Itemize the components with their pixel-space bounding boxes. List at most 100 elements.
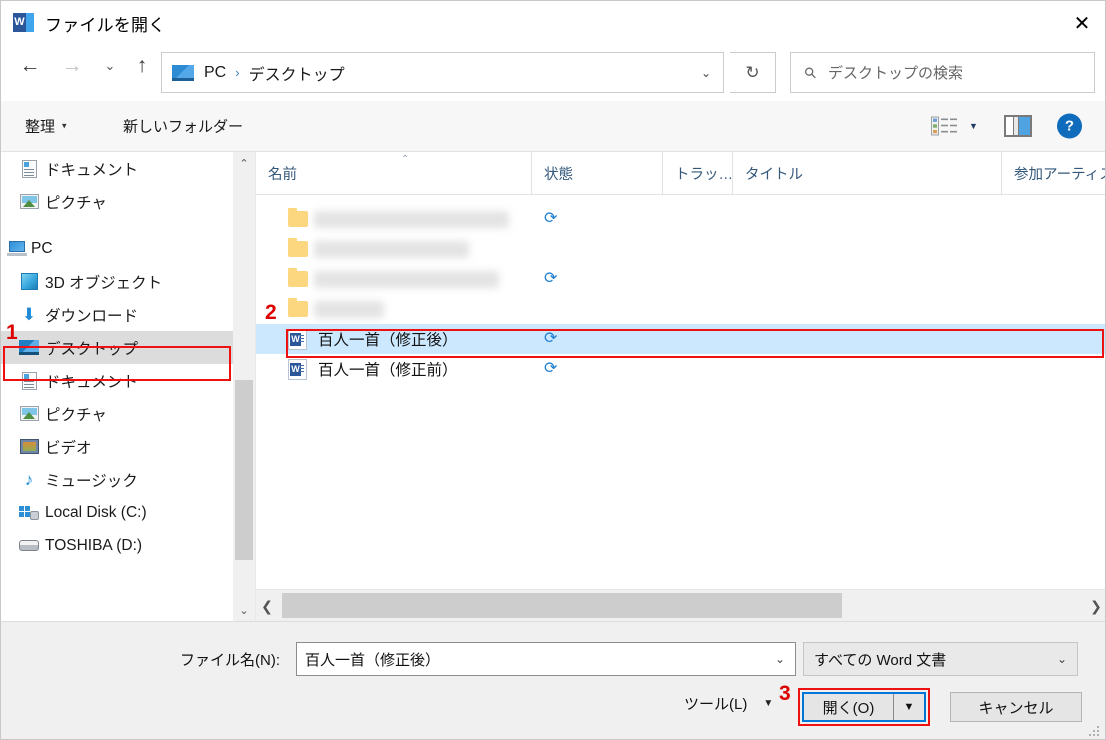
organize-button[interactable]: 整理 ▾ (25, 116, 67, 137)
open-button-wrapper: 開く(O) ▼ (798, 688, 930, 726)
sidebar-item-videos[interactable]: ビデオ (1, 430, 233, 463)
scroll-up-icon[interactable]: ⌃ (233, 152, 255, 174)
up-button[interactable]: ↑ (125, 49, 159, 83)
pc-icon (7, 240, 27, 258)
sidebar-item-label: ミュージック (45, 472, 138, 490)
open-button-label: 開く(O) (822, 699, 875, 717)
sidebar-item-pictures-quick[interactable]: ピクチャ (1, 185, 233, 218)
file-name-input[interactable]: 百人一首（修正後） ⌄ (296, 642, 796, 676)
folder-icon (288, 208, 310, 230)
redacted-folder-name (314, 271, 499, 288)
music-icon: ♪ (24, 470, 34, 489)
refresh-button[interactable]: ↻ (730, 52, 776, 93)
scrollbar-thumb[interactable] (235, 380, 253, 560)
annotation-number-3: 3 (779, 682, 791, 705)
annotation-number-2: 2 (265, 301, 277, 324)
column-header-title[interactable]: タイトル (732, 152, 1001, 194)
search-box[interactable]: ⚲ デスクトップの検索 (790, 52, 1095, 93)
word-document-icon: W (288, 358, 310, 380)
column-label: トラッ… (675, 166, 732, 183)
scroll-down-icon[interactable]: ⌄ (233, 599, 255, 621)
column-label: 参加アーティス (1014, 166, 1106, 183)
new-folder-label: 新しいフォルダー (123, 118, 244, 136)
folder-icon (288, 268, 310, 290)
column-header-row: 名前 ⌃ 状態 トラッ… タイトル 参加アーティス (256, 152, 1106, 195)
sidebar-item-documents-quick[interactable]: ドキュメント (1, 152, 233, 185)
document-icon (19, 159, 39, 178)
sidebar-item-local-disk-c[interactable]: Local Disk (C:) (1, 496, 233, 529)
sidebar-item-toshiba-d[interactable]: TOSHIBA (D:) (1, 529, 233, 562)
help-icon[interactable]: ? (1057, 113, 1082, 139)
sidebar-item-downloads[interactable]: ⬇ ダウンロード (1, 298, 233, 331)
breadcrumb-separator[interactable]: › (235, 65, 239, 80)
scroll-left-icon[interactable]: ❮ (256, 590, 278, 622)
organize-label: 整理 (25, 118, 56, 136)
forward-button[interactable]: → (55, 49, 89, 83)
redacted-folder-name (314, 211, 509, 228)
folder-icon (288, 238, 310, 260)
document-icon (19, 371, 39, 390)
table-row[interactable]: ⟳ (256, 264, 1105, 294)
sidebar-item-pictures[interactable]: ピクチャ (1, 397, 233, 430)
sidebar-scrollbar[interactable]: ⌃ ⌄ (233, 152, 256, 621)
recent-locations-button[interactable]: ⌄ (93, 49, 127, 83)
column-header-track[interactable]: トラッ… (662, 152, 732, 194)
desktop-icon (172, 64, 194, 81)
table-row[interactable] (256, 294, 1105, 324)
sidebar-item-label: ピクチャ (45, 406, 107, 424)
cancel-button[interactable]: キャンセル (950, 692, 1082, 722)
column-label: 名前 (268, 166, 297, 183)
breadcrumb-item-pc[interactable]: PC (202, 64, 228, 82)
window-title: ファイルを開く (45, 15, 166, 35)
sidebar-item-pc[interactable]: PC (1, 232, 233, 265)
chevron-down-icon[interactable]: ⌄ (701, 66, 711, 80)
sidebar-item-3d-objects[interactable]: 3D オブジェクト (1, 265, 233, 298)
sidebar-item-label: デスクトップ (45, 340, 139, 358)
word-icon-accent (26, 13, 34, 32)
new-folder-button[interactable]: 新しいフォルダー (123, 116, 243, 137)
sidebar-item-label: 3D オブジェクト (45, 274, 163, 292)
close-icon[interactable]: ✕ (1057, 1, 1105, 45)
scrollbar-thumb[interactable] (282, 593, 842, 618)
address-bar[interactable]: PC › デスクトップ ⌄ (161, 52, 724, 93)
back-button[interactable]: ← (13, 49, 47, 83)
local-disk-icon (19, 504, 39, 522)
chevron-down-icon: ▼ (763, 698, 774, 709)
file-name-label: ファイル名(N): (180, 649, 280, 670)
chevron-down-icon[interactable]: ⌄ (775, 652, 785, 666)
open-button[interactable]: 開く(O) ▼ (802, 692, 926, 722)
view-options-caret-icon[interactable]: ▼ (969, 121, 978, 131)
chevron-down-icon[interactable]: ⌄ (1057, 652, 1067, 666)
sidebar-item-music[interactable]: ♪ ミュージック (1, 463, 233, 496)
sidebar-item-label: PC (31, 239, 53, 257)
column-header-name[interactable]: 名前 ⌃ (256, 152, 531, 194)
tools-button[interactable]: ツール(L) ▼ (684, 693, 773, 714)
file-type-filter-select[interactable]: すべての Word 文書 ⌄ (803, 642, 1078, 676)
redacted-folder-name (314, 241, 469, 258)
table-row[interactable]: W 百人一首（修正前） ⟳ (256, 354, 1105, 384)
sidebar-item-documents[interactable]: ドキュメント (1, 364, 233, 397)
preview-pane-icon[interactable] (1004, 115, 1032, 137)
downloads-icon: ⬇ (21, 305, 37, 324)
sync-icon: ⟳ (544, 270, 558, 287)
word-document-icon: W (288, 328, 310, 350)
column-header-status[interactable]: 状態 (531, 152, 662, 194)
column-label: 状態 (544, 166, 573, 183)
sidebar-item-label: ドキュメント (45, 373, 139, 391)
resize-grip[interactable] (1089, 724, 1101, 736)
sidebar-item-label: TOSHIBA (D:) (45, 536, 143, 554)
details-view-icon[interactable] (931, 116, 957, 136)
scroll-right-icon[interactable]: ❯ (1085, 590, 1105, 622)
sidebar-item-desktop[interactable]: デスクトップ (1, 331, 233, 364)
column-header-contributing-artists[interactable]: 参加アーティス (1001, 152, 1106, 194)
redacted-folder-name (314, 301, 384, 318)
sidebar-group-separator (1, 218, 233, 232)
sync-icon: ⟳ (544, 330, 558, 347)
sidebar-item-label: ビデオ (45, 439, 92, 457)
breadcrumb-item-desktop[interactable]: デスクトップ (247, 61, 347, 85)
file-row-selected[interactable]: W 百人一首（修正後） ⟳ (256, 324, 1105, 354)
open-dropdown-button[interactable]: ▼ (893, 694, 924, 720)
table-row[interactable] (256, 234, 1105, 264)
horizontal-scrollbar[interactable]: ❮ ❯ (256, 589, 1105, 622)
table-row[interactable]: ⟳ (256, 204, 1105, 234)
